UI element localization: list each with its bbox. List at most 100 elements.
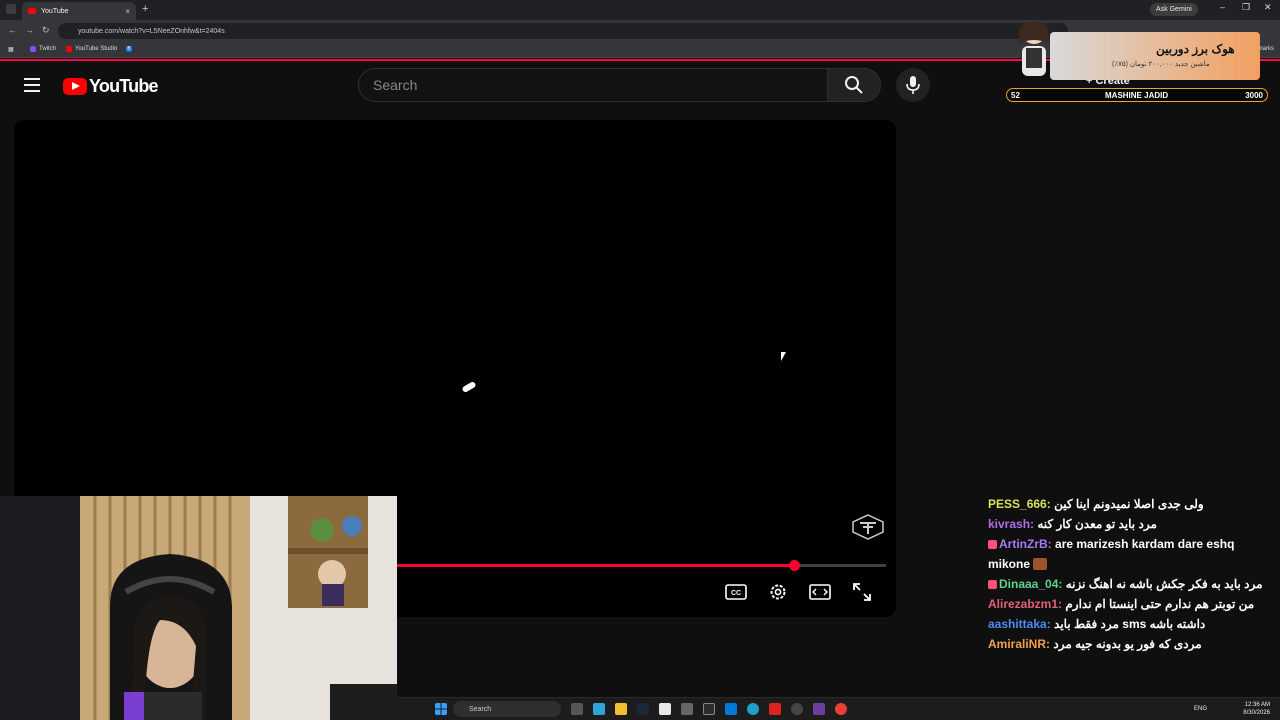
chat-username[interactable]: PESS_666:: [988, 497, 1051, 511]
bookmark-youtube-studio[interactable]: YouTube Studio: [66, 46, 117, 52]
chat-text: مرد باید به فکر جکش باشه نه اهنگ نزنه: [1065, 577, 1263, 591]
chat-message: Dinaaa_04: مرد باید به فکر جکش باشه نه ا…: [988, 574, 1268, 594]
clock-time: 12:36 AM: [1244, 702, 1270, 708]
app-icon[interactable]: [681, 703, 693, 715]
youtube-play-icon: [63, 78, 87, 95]
chat-username[interactable]: ArtinZrB:: [999, 537, 1052, 551]
language-indicator[interactable]: ENG: [1194, 706, 1207, 712]
new-tab-button[interactable]: +: [142, 3, 148, 15]
cc-icon: CC: [725, 584, 747, 600]
app-icon[interactable]: [725, 703, 737, 715]
voice-search-button[interactable]: [896, 68, 930, 102]
miniplayer-button[interactable]: [808, 580, 832, 604]
app-icon[interactable]: [769, 703, 781, 715]
close-window-icon[interactable]: ✕: [1264, 2, 1272, 13]
chat-message: AmiraliNR: مردی که فور یو بدونه جیه مرد: [988, 634, 1268, 654]
chat-message: aashittaka: داشته باشه sms مرد فقط باید: [988, 614, 1268, 634]
search-icon: [845, 76, 863, 94]
menu-icon[interactable]: [24, 78, 40, 92]
progress-scrubber[interactable]: [789, 560, 801, 571]
taskbar-search-label: Search: [469, 705, 492, 713]
apps-icon[interactable]: ▦: [8, 46, 14, 53]
search-input[interactable]: Search: [358, 68, 828, 102]
goal-title: هوک برز دوربین: [1156, 42, 1235, 56]
mouse-cursor-icon: [781, 352, 786, 361]
youtube-studio-icon: [66, 46, 72, 52]
goal-progress-bar: 52 MASHINE JADID 3000: [1006, 88, 1268, 102]
url-text: youtube.com/watch?v=L5NeeZOnhfw&t=2404s: [78, 27, 225, 35]
widgets-icon[interactable]: [593, 703, 605, 715]
taskbar-search[interactable]: Search: [453, 701, 561, 717]
search-button[interactable]: [827, 68, 881, 102]
obs-icon[interactable]: [791, 703, 803, 715]
bookmark-twitch[interactable]: Twitch: [30, 46, 56, 52]
tab-search-icon[interactable]: [6, 4, 16, 14]
fullscreen-button[interactable]: [850, 580, 874, 604]
streamer-webcam: [0, 496, 397, 720]
captions-button[interactable]: CC: [724, 580, 748, 604]
tab-youtube[interactable]: YouTube ×: [22, 2, 136, 20]
chat-text: مردی که فور یو بدونه جیه مرد: [1053, 637, 1202, 651]
miniplayer-icon: [809, 584, 831, 600]
chat-message: Alirezabzm1: من توبتر هم ندارم حتی اینست…: [988, 594, 1268, 614]
goal-subtitle: ماشین جدید ۲۰۰,۰۰۰ تومان (۷۵٪): [1112, 61, 1210, 68]
store-icon[interactable]: [659, 703, 671, 715]
settings-icon: [770, 584, 786, 600]
windows-start-icon[interactable]: [435, 703, 447, 715]
chat-username[interactable]: Alirezabzm1:: [988, 597, 1062, 611]
bookmark-b[interactable]: B: [126, 46, 132, 52]
chat-text: ولی جدی اصلا نمیدونم اینا کین: [1054, 497, 1204, 511]
forward-icon[interactable]: →: [25, 25, 34, 35]
chat-username[interactable]: AmiraliNR:: [988, 637, 1050, 651]
goal-name: MASHINE JADID: [1105, 91, 1169, 100]
channel-watermark-icon[interactable]: [852, 514, 884, 540]
webcam-image: [0, 496, 397, 720]
subscriber-badge-icon: [988, 540, 997, 549]
svg-text:CC: CC: [731, 590, 741, 597]
bookmark-b-icon: B: [126, 46, 132, 52]
chat-text: داشته باشه sms مرد فقط باید: [1054, 617, 1206, 631]
loading-spinner-icon: [461, 380, 477, 394]
chat-username[interactable]: Dinaaa_04:: [999, 577, 1062, 591]
minimize-icon[interactable]: –: [1220, 2, 1225, 12]
chat-text: من توبتر هم ندارم حتی اینستا ام ندارم: [1065, 597, 1255, 611]
twitch-icon: [30, 46, 36, 52]
chat-text: مرد باید تو معدن کار کنه: [1037, 517, 1157, 531]
maximize-icon[interactable]: ❐: [1242, 2, 1250, 13]
os-taskbar: Search ENG 12:36 AM 8/30/2026: [397, 697, 1280, 720]
tab-title: YouTube: [41, 7, 69, 15]
chat-emote-icon: [1033, 558, 1048, 570]
goal-current: 52: [1011, 91, 1020, 100]
bookmark-label: Twitch: [39, 46, 57, 52]
chat-message: ArtinZrB: are marizesh kardam dare eshq …: [988, 534, 1268, 574]
chat-message: kivrash: مرد باید تو معدن کار کنه: [988, 514, 1268, 534]
app-icon[interactable]: [813, 703, 825, 715]
chat-username[interactable]: kivrash:: [988, 517, 1034, 531]
youtube-favicon-icon: [28, 8, 36, 14]
taskbar-clock[interactable]: 12:36 AM 8/30/2026: [1243, 701, 1270, 717]
cartoon-character-icon: [1018, 20, 1050, 76]
subscriber-badge-icon: [988, 580, 997, 589]
page-scrollbar[interactable]: [1270, 61, 1280, 697]
screen: YouTube × + Ask Gemini – ❐ ✕ ← → ↻ youtu…: [0, 0, 1280, 720]
settings-button[interactable]: [766, 580, 790, 604]
task-view-icon[interactable]: [571, 703, 583, 715]
clock-date: 8/30/2026: [1243, 710, 1270, 716]
chat-username[interactable]: aashittaka:: [988, 617, 1051, 631]
file-explorer-icon[interactable]: [615, 703, 627, 715]
address-bar[interactable]: youtube.com/watch?v=L5NeeZOnhfw&t=2404s: [58, 23, 1068, 39]
app-icon[interactable]: [703, 703, 715, 715]
steam-icon[interactable]: [637, 703, 649, 715]
chrome-icon[interactable]: [835, 703, 847, 715]
back-icon[interactable]: ←: [8, 25, 17, 35]
reload-icon[interactable]: ↻: [42, 25, 50, 36]
logo-text: YouTube: [89, 76, 159, 96]
stream-chat: PESS_666: ولی جدی اصلا نمیدونم اینا کین k…: [988, 494, 1268, 698]
goal-target: 3000: [1245, 91, 1263, 100]
edge-icon[interactable]: [747, 703, 759, 715]
youtube-logo[interactable]: YouTube: [63, 76, 159, 97]
microphone-icon: [906, 76, 920, 94]
tab-close-icon[interactable]: ×: [125, 7, 130, 16]
stream-goal-overlay: هوک برز دوربین ماشین جدید ۲۰۰,۰۰۰ تومان …: [1006, 14, 1268, 104]
fullscreen-icon: [853, 583, 871, 601]
